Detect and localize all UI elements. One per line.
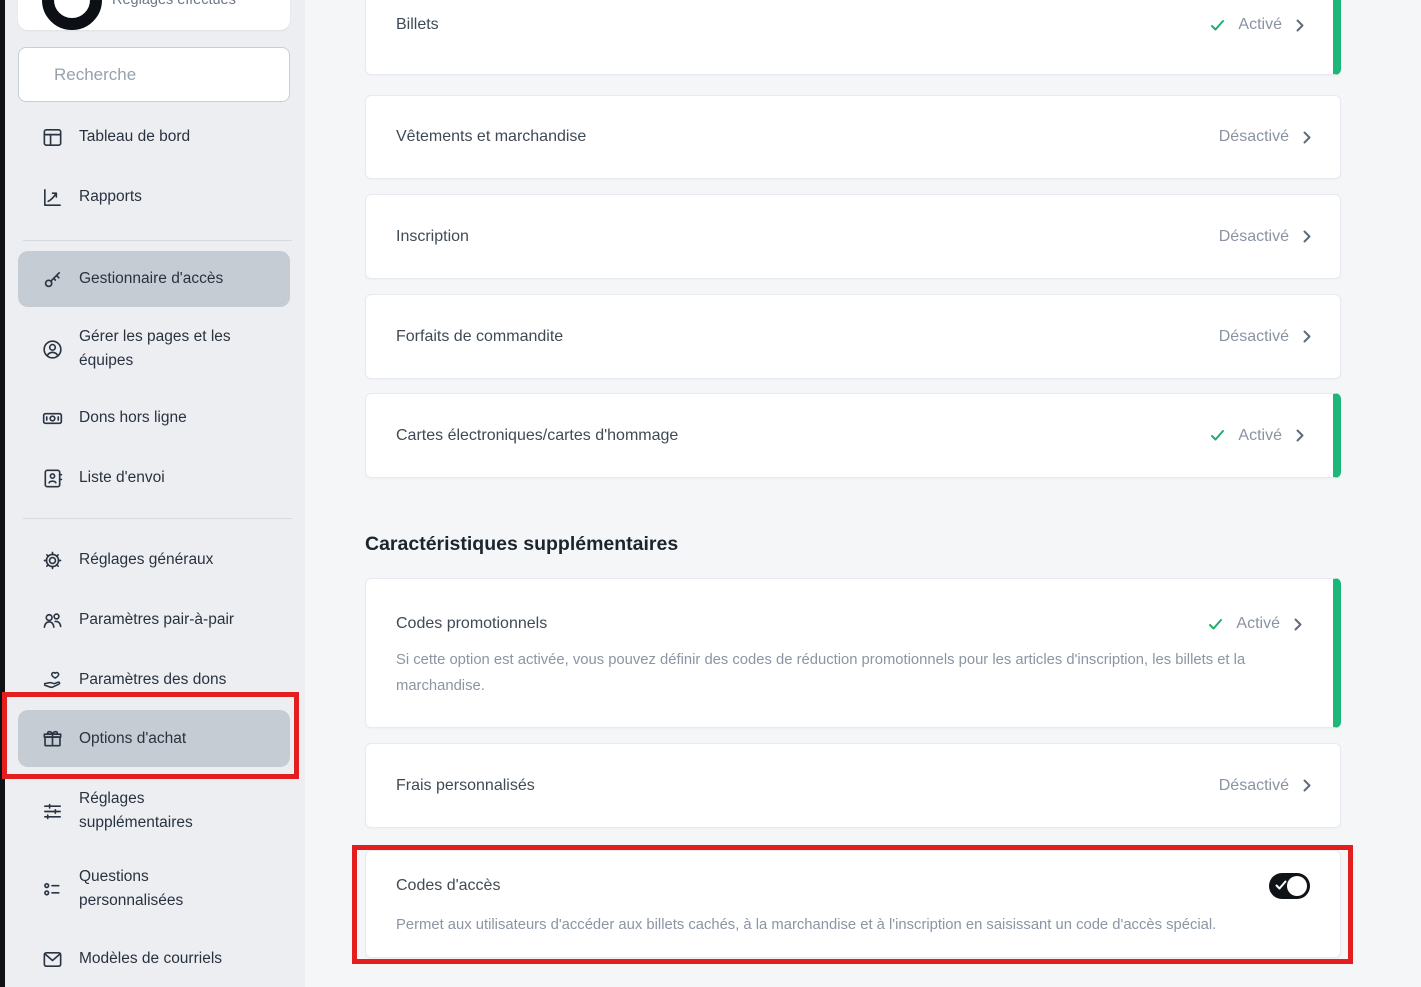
sidebar-item-label: Tableau de bord bbox=[79, 125, 257, 149]
feature-card-merchandise[interactable]: Vêtements et marchandise Désactivé bbox=[365, 95, 1341, 179]
sidebar-item-custom-questions[interactable]: Questions personnalisées bbox=[18, 855, 290, 923]
feature-status: Désactivé bbox=[1219, 328, 1312, 346]
feature-title: Codes promotionnels bbox=[396, 615, 547, 633]
search-input[interactable] bbox=[52, 64, 277, 86]
sidebar-item-reports[interactable]: Rapports bbox=[18, 167, 290, 227]
sidebar-item-label: Gérer les pages et les équipes bbox=[79, 325, 257, 373]
sidebar-item-label: Liste d'envoi bbox=[79, 466, 257, 490]
dashboard-icon bbox=[41, 126, 64, 149]
user-circle-icon bbox=[41, 338, 64, 361]
profile-card-label: Réglages effectués bbox=[112, 0, 236, 8]
chevron-right-icon bbox=[1295, 428, 1305, 443]
access-codes-toggle[interactable] bbox=[1269, 873, 1310, 899]
sidebar-item-access-manager[interactable]: Gestionnaire d'accès bbox=[18, 251, 290, 307]
feature-status: Désactivé bbox=[1219, 128, 1312, 146]
sidebar-item-pages-teams[interactable]: Gérer les pages et les équipes bbox=[18, 315, 290, 383]
envelope-icon bbox=[41, 948, 64, 971]
sliders-icon bbox=[41, 800, 64, 823]
feature-status: Désactivé bbox=[1219, 777, 1312, 795]
sidebar-item-p2p-settings[interactable]: Paramètres pair-à-pair bbox=[18, 590, 290, 650]
key-icon bbox=[41, 268, 64, 291]
sidebar-item-label: Modèles de courriels bbox=[79, 947, 257, 971]
hand-heart-icon bbox=[41, 669, 64, 692]
chevron-right-icon bbox=[1302, 130, 1312, 145]
sidebar-item-email-templates[interactable]: Modèles de courriels bbox=[18, 929, 290, 987]
sidebar-divider bbox=[23, 518, 292, 519]
feature-card-registration[interactable]: Inscription Désactivé bbox=[365, 194, 1341, 279]
feature-status: Activé bbox=[1208, 615, 1303, 633]
feature-title: Codes d'accès bbox=[396, 877, 500, 895]
sidebar: Réglages effectués Tableau de bord Rappo… bbox=[5, 0, 305, 987]
check-icon bbox=[1275, 880, 1287, 891]
feature-card-ecards[interactable]: Cartes électroniques/cartes d'hommage Ac… bbox=[365, 393, 1341, 478]
banknote-icon bbox=[41, 407, 64, 430]
sidebar-item-label: Questions personnalisées bbox=[79, 865, 257, 913]
chevron-right-icon bbox=[1302, 229, 1312, 244]
feature-card-billets[interactable]: Billets Activé bbox=[365, 0, 1341, 75]
gift-icon bbox=[41, 727, 64, 750]
toggle-knob bbox=[1287, 876, 1307, 896]
check-icon bbox=[1210, 19, 1225, 32]
list-icon bbox=[41, 878, 64, 901]
check-icon bbox=[1208, 618, 1223, 631]
users-icon bbox=[41, 609, 64, 632]
profile-card[interactable]: Réglages effectués bbox=[18, 0, 290, 30]
feature-status: Désactivé bbox=[1219, 228, 1312, 246]
sidebar-item-label: Options d'achat bbox=[79, 727, 257, 751]
chevron-right-icon bbox=[1302, 778, 1312, 793]
sidebar-item-label: Paramètres des dons bbox=[79, 668, 257, 692]
sidebar-item-mailing-list[interactable]: Liste d'envoi bbox=[18, 448, 290, 508]
sidebar-item-general-settings[interactable]: Réglages généraux bbox=[18, 530, 290, 590]
feature-description: Permet aux utilisateurs d'accéder aux bi… bbox=[396, 912, 1310, 938]
sidebar-item-label: Dons hors ligne bbox=[79, 406, 257, 430]
feature-title: Vêtements et marchandise bbox=[396, 128, 586, 146]
sidebar-item-additional-settings[interactable]: Réglages supplémentaires bbox=[18, 777, 290, 845]
feature-status: Activé bbox=[1210, 427, 1305, 445]
sidebar-item-label: Rapports bbox=[79, 185, 257, 209]
feature-title: Forfaits de commandite bbox=[396, 328, 563, 346]
sidebar-item-label: Gestionnaire d'accès bbox=[79, 267, 257, 291]
feature-card-custom-fees[interactable]: Frais personnalisés Désactivé bbox=[365, 743, 1341, 828]
feature-title: Cartes électroniques/cartes d'hommage bbox=[396, 427, 678, 445]
sidebar-item-purchase-options[interactable]: Options d'achat bbox=[18, 710, 290, 767]
chevron-right-icon bbox=[1302, 329, 1312, 344]
feature-card-access-codes[interactable]: Codes d'accès Permet aux utilisateurs d'… bbox=[365, 850, 1341, 958]
sidebar-item-offline-donations[interactable]: Dons hors ligne bbox=[18, 388, 290, 448]
sidebar-item-label: Paramètres pair-à-pair bbox=[79, 608, 257, 632]
sidebar-item-dashboard[interactable]: Tableau de bord bbox=[18, 107, 290, 167]
sidebar-item-label: Réglages généraux bbox=[79, 548, 257, 572]
sidebar-item-label: Réglages supplémentaires bbox=[79, 787, 257, 835]
address-book-icon bbox=[41, 467, 64, 490]
sidebar-item-donation-settings[interactable]: Paramètres des dons bbox=[18, 650, 290, 710]
chevron-right-icon bbox=[1295, 18, 1305, 33]
feature-title: Frais personnalisés bbox=[396, 777, 535, 795]
feature-description: Si cette option est activée, vous pouvez… bbox=[396, 647, 1303, 699]
feature-title: Inscription bbox=[396, 228, 469, 246]
logo-ring-icon bbox=[42, 0, 102, 30]
reports-icon bbox=[41, 186, 64, 209]
sidebar-divider bbox=[23, 240, 292, 241]
feature-card-sponsorship[interactable]: Forfaits de commandite Désactivé bbox=[365, 294, 1341, 379]
search-box[interactable] bbox=[18, 47, 290, 102]
gear-icon bbox=[41, 549, 64, 572]
feature-status: Activé bbox=[1210, 16, 1305, 34]
chevron-right-icon bbox=[1293, 617, 1303, 632]
app-window: Réglages effectués Tableau de bord Rappo… bbox=[0, 0, 1421, 987]
check-icon bbox=[1210, 429, 1225, 442]
feature-title: Billets bbox=[396, 16, 439, 34]
section-heading: Caractéristiques supplémentaires bbox=[365, 533, 678, 556]
feature-card-promo-codes[interactable]: Codes promotionnels Activé Si cette opti… bbox=[365, 578, 1341, 728]
